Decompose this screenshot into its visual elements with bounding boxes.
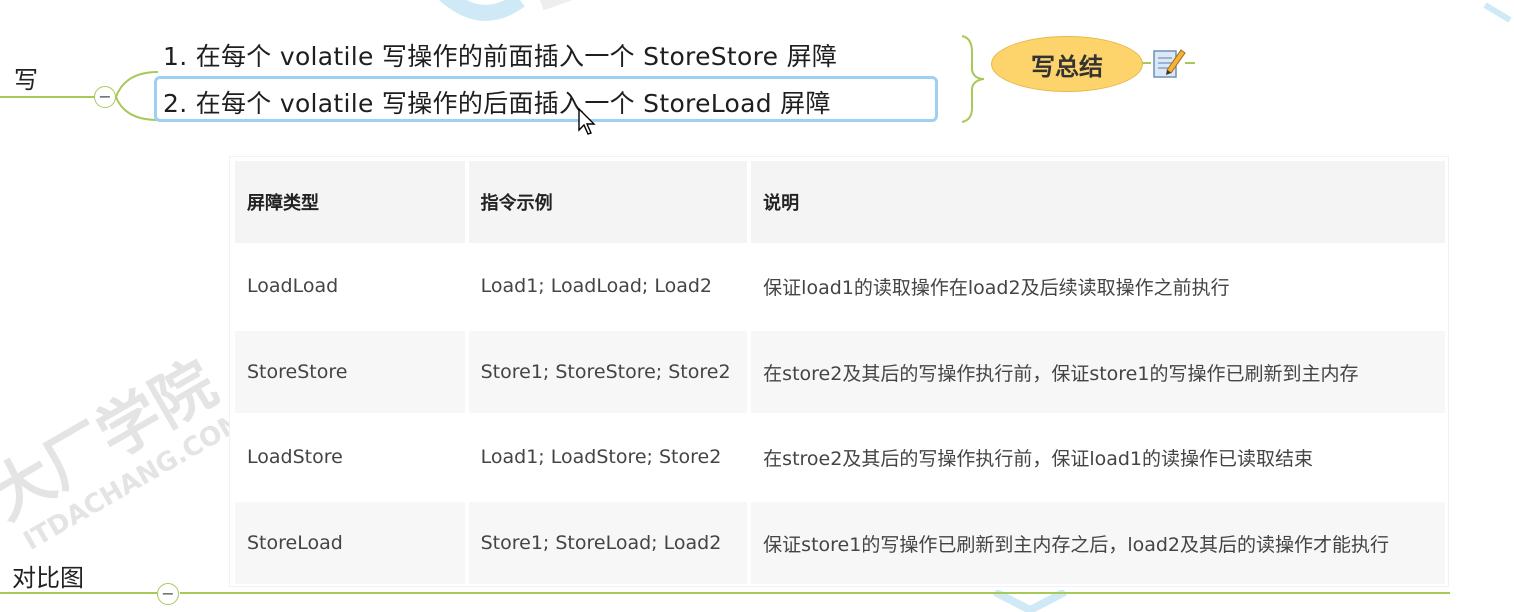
cell-barrier-type: StoreLoad	[235, 502, 465, 584]
cell-barrier-type: StoreStore	[235, 331, 465, 413]
cell-barrier-type: LoadLoad	[247, 275, 339, 297]
mouse-cursor-icon	[578, 108, 596, 135]
collapse-write-button[interactable]: −	[94, 86, 116, 108]
cell-instruction: Load1; LoadStore; Store2	[480, 446, 722, 468]
cell-barrier-type: LoadStore	[247, 446, 343, 468]
cell-instruction: Store1; StoreLoad; Load2	[468, 502, 748, 584]
cell-instruction: Load1; LoadLoad; Load2	[480, 275, 713, 297]
header-barrier-type: 屏障类型	[235, 161, 465, 243]
table-header-row: 屏障类型 指令示例 说明	[235, 161, 1445, 243]
watermark: 大厂学院 ITDACHANG.COM	[0, 347, 251, 557]
watermark-logo-top	[439, 0, 582, 21]
table-row: StoreStore Store1; StoreStore; Store2 在s…	[235, 331, 1445, 413]
header-description: 说明	[751, 161, 1445, 243]
header-instruction-example: 指令示例	[468, 161, 748, 243]
watermark-logo-right	[1483, 2, 1512, 23]
summary-label: 写总结	[1031, 52, 1103, 81]
node-write[interactable]: 写	[14, 60, 38, 95]
watermark-logo-bottom	[993, 590, 1067, 612]
collapse-compare-button[interactable]: −	[157, 583, 179, 605]
table-row: LoadStore Load1; LoadStore; Store2 在stro…	[235, 416, 1445, 498]
watermark-line1: 大厂学院	[0, 347, 228, 534]
cell-description: 在stroe2及其后的写操作执行前，保证load1的读操作已读取结束	[763, 447, 1314, 470]
cell-instruction: Store1; StoreStore; Store2	[468, 331, 748, 413]
node-compare-chart[interactable]: 对比图	[12, 558, 84, 593]
barrier-table: 屏障类型 指令示例 说明 LoadLoad Load1; LoadLoad; L…	[229, 156, 1449, 587]
cell-description: 保证load1的读取操作在load2及后续读取操作之前执行	[763, 276, 1230, 299]
list-item-1[interactable]: 1. 在每个 volatile 写操作的前面插入一个 StoreStore 屏障	[163, 37, 837, 73]
list-item-2[interactable]: 2. 在每个 volatile 写操作的后面插入一个 StoreLoad 屏障	[163, 84, 831, 120]
cell-description: 保证store1的写操作已刷新到主内存之后，load2及其后的读操作才能执行	[751, 502, 1445, 584]
cell-description: 在store2及其后的写操作执行前，保证store1的写操作已刷新到主内存	[751, 331, 1445, 413]
table-row: StoreLoad Store1; StoreLoad; Load2 保证sto…	[235, 502, 1445, 584]
table-row: LoadLoad Load1; LoadLoad; Load2 保证load1的…	[235, 245, 1445, 327]
watermark-line2: ITDACHANG.COM	[19, 406, 251, 557]
summary-node[interactable]: 写总结	[991, 36, 1143, 92]
notepad-pencil-icon[interactable]	[1151, 46, 1187, 80]
